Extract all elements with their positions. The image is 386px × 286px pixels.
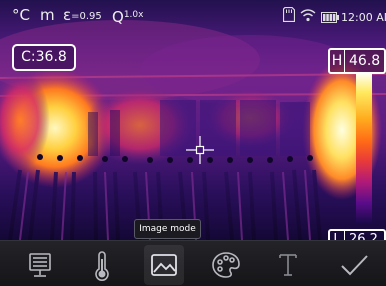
checkmark-icon xyxy=(341,255,368,276)
emissivity-value: =0.95 xyxy=(71,11,102,22)
thermometer-icon xyxy=(95,251,109,281)
temperature-unit: °C xyxy=(12,6,30,24)
zoom-icon: Q xyxy=(112,8,124,26)
high-label: H xyxy=(330,50,345,72)
image-mode-tooltip: Image mode xyxy=(134,219,201,239)
zoom-value: 1.0x xyxy=(123,10,144,20)
thermal-image xyxy=(0,0,386,240)
monitor-icon xyxy=(29,253,51,277)
battery-icon xyxy=(321,9,339,27)
zoom-level: Q1.0x xyxy=(112,6,143,26)
image-mode-button[interactable] xyxy=(144,245,184,285)
display-settings-button[interactable] xyxy=(20,245,60,285)
text-button[interactable] xyxy=(268,245,308,285)
bottom-toolbar xyxy=(0,240,386,286)
distance-unit: m xyxy=(40,6,55,24)
center-temperature: C:36.8 xyxy=(12,44,76,71)
emissivity: ε=0.95 xyxy=(63,6,102,26)
high-value: 46.8 xyxy=(349,53,381,69)
temperature-scale-bar xyxy=(356,74,372,224)
clock: 12:00 AM xyxy=(341,11,386,24)
palette-button[interactable] xyxy=(206,245,246,285)
high-temperature: H 46.8 xyxy=(328,48,386,74)
thermal-camera-screen: °C m ε=0.95 Q1.0x 12:00 AM C:36.8 H46.8 … xyxy=(0,0,386,286)
status-bar: °C m ε=0.95 Q1.0x 12:00 AM xyxy=(0,0,386,30)
wifi-icon xyxy=(300,8,316,26)
text-icon xyxy=(279,254,297,276)
confirm-button[interactable] xyxy=(334,245,374,285)
emissivity-symbol: ε xyxy=(63,6,72,24)
measurement-button[interactable] xyxy=(82,245,122,285)
sd-card-icon xyxy=(282,6,296,26)
palette-icon xyxy=(212,252,240,278)
image-icon xyxy=(151,254,177,276)
